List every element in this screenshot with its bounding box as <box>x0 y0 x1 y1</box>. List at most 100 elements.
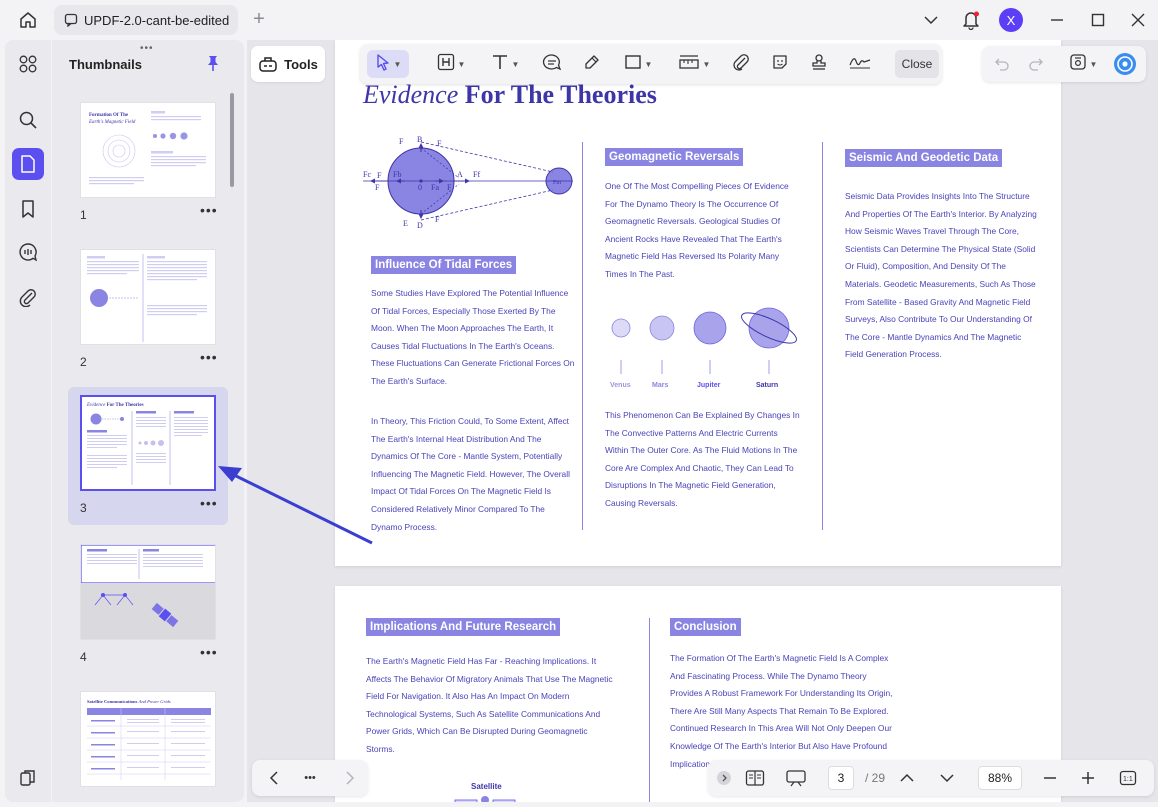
chevron-down-icon[interactable]: ▼ <box>1090 60 1098 69</box>
stamp-tool[interactable] <box>805 50 833 78</box>
close-toolbar-button[interactable]: Close <box>895 50 939 78</box>
pin-icon[interactable] <box>204 54 222 72</box>
save-icon <box>1069 53 1087 76</box>
redo-icon[interactable] <box>1024 52 1048 76</box>
thumbnail-page-3[interactable]: Evidence For The Theories 3 ••• <box>68 387 228 525</box>
chevron-down-icon[interactable]: ▼ <box>394 60 402 69</box>
chevron-down-icon[interactable]: ▼ <box>703 60 711 69</box>
bell-icon[interactable] <box>960 6 982 34</box>
zoom-level-input[interactable]: 88% <box>978 766 1022 790</box>
actual-size-icon[interactable]: 1:1 <box>1116 766 1140 790</box>
tidal-force-diagram: B F F Fc Fb F A Ff 0 Fa D E F F F Fm <box>363 135 573 230</box>
presentation-icon[interactable] <box>782 766 810 790</box>
diagram-label: F <box>435 215 440 224</box>
thumbnail-page-2[interactable]: 2 ••• <box>68 241 228 379</box>
thumbnail-page-4[interactable]: 4 ••• <box>68 536 228 674</box>
chevron-down-icon[interactable]: ▼ <box>512 60 520 69</box>
planet-label-mars: Mars <box>652 382 669 389</box>
conclusion-heading: Conclusion <box>670 618 741 636</box>
undo-icon[interactable] <box>990 52 1014 76</box>
chevron-down-icon[interactable]: ▼ <box>458 60 466 69</box>
shape-tool[interactable]: ▼ <box>617 50 659 78</box>
expand-nav-icon[interactable] <box>714 766 734 790</box>
thumbnail-number: 2 <box>80 355 87 369</box>
page-thumbnails-icon[interactable] <box>12 148 44 180</box>
page-up-icon[interactable] <box>896 766 918 790</box>
highlight-tool[interactable] <box>578 50 606 78</box>
thumbnail-more-button[interactable]: ••• <box>200 202 218 218</box>
text-tool[interactable]: ▼ <box>484 50 526 78</box>
select-tool[interactable]: ▼ <box>367 50 409 78</box>
column-divider <box>649 618 650 802</box>
thumbnail-preview: Evidence For The Theories <box>80 395 216 491</box>
page-layout-icon[interactable] <box>742 766 768 790</box>
bookmark-icon[interactable] <box>12 193 44 225</box>
maximize-icon[interactable] <box>1087 6 1109 34</box>
chevron-down-icon[interactable] <box>920 6 942 34</box>
toolbox-icon <box>258 55 278 73</box>
thumbnail-page-1[interactable]: Formation Of The Earth's Magnetic Field … <box>68 94 228 232</box>
current-page-input[interactable]: 3 <box>828 766 854 790</box>
svg-text:1:1: 1:1 <box>1123 776 1133 783</box>
attach-tool[interactable] <box>727 50 755 78</box>
zoom-out-icon[interactable] <box>1038 766 1062 790</box>
zoom-in-icon[interactable] <box>1076 766 1100 790</box>
home-icon[interactable] <box>14 8 42 32</box>
geomagnetic-heading: Geomagnetic Reversals <box>605 148 744 166</box>
column-divider <box>582 142 583 530</box>
diagram-label: Fc <box>363 170 371 179</box>
measure-tool[interactable]: ▼ <box>672 50 716 78</box>
grid-icon[interactable] <box>12 48 44 80</box>
planets-figure <box>611 307 797 374</box>
implications-heading: Implications And Future Research <box>366 618 561 636</box>
new-tab-button[interactable]: + <box>248 8 270 30</box>
sticker-tool[interactable] <box>766 50 794 78</box>
minimize-icon[interactable] <box>1046 6 1068 34</box>
tidal-paragraph-1: Some Studies Have Explored The Potential… <box>371 288 575 386</box>
layers-icon[interactable] <box>12 762 44 794</box>
thumbnail-more-button[interactable]: ••• <box>200 349 218 365</box>
svg-text:Evidence For The Theories: Evidence For The Theories <box>86 403 144 408</box>
signature-tool[interactable] <box>844 50 876 78</box>
heading-tool[interactable]: ▼ <box>430 50 472 78</box>
attachment-icon[interactable] <box>12 281 44 313</box>
comment-tool[interactable] <box>538 50 566 78</box>
document-tab-title: UPDF-2.0-cant-be-edited <box>84 12 230 28</box>
thumbnail-more-button[interactable]: ••• <box>200 644 218 660</box>
page-nav-right: 3 / 29 88% 1:1 <box>708 760 1154 796</box>
thumbnail-preview: Satellite Communications And Power Grids <box>80 691 216 787</box>
search-icon[interactable] <box>12 104 44 136</box>
comment-icon[interactable] <box>12 236 44 268</box>
thumbnails-scrollbar[interactable] <box>230 93 234 187</box>
thumbnail-more-button[interactable]: ••• <box>200 495 218 511</box>
document-viewer[interactable]: Evidence For The Theories B F F Fc Fb F … <box>247 40 1158 802</box>
planet-label-jupiter: Jupiter <box>697 382 721 389</box>
diagram-label: F <box>447 183 452 192</box>
diagram-label: 0 <box>418 183 422 192</box>
document-tab[interactable]: UPDF-2.0-cant-be-edited <box>54 5 238 35</box>
thumbnail-page-5[interactable]: Satellite Communications And Power Grids <box>68 683 228 802</box>
title-bar: UPDF-2.0-cant-be-edited + X <box>0 0 1158 40</box>
thumbnails-title: Thumbnails <box>69 57 142 72</box>
diagram-label: B <box>417 135 422 144</box>
previous-page-icon[interactable] <box>262 766 286 790</box>
save-button[interactable]: ▼ <box>1064 52 1102 76</box>
more-nav-button[interactable]: ••• <box>298 766 322 790</box>
diagram-label: F <box>437 139 442 148</box>
thumbnail-preview <box>80 544 216 640</box>
conclusion-paragraph: The Formation Of The Earth's Magnetic Fi… <box>670 653 893 769</box>
close-window-icon[interactable] <box>1127 6 1149 34</box>
svg-text:Earth's Magnetic Field: Earth's Magnetic Field <box>88 120 136 125</box>
page-down-icon[interactable] <box>936 766 958 790</box>
chevron-down-icon[interactable]: ▼ <box>645 60 653 69</box>
next-page-icon[interactable] <box>338 766 362 790</box>
panel-drag-handle[interactable]: ••• <box>140 43 154 54</box>
heading-icon <box>437 53 455 76</box>
pdf-page-3: Evidence For The Theories B F F Fc Fb F … <box>335 40 1061 566</box>
thumbnail-number: 4 <box>80 650 87 664</box>
thumbnails-panel: ••• Thumbnails Formation Of The Earth's … <box>52 40 244 802</box>
diagram-label: Fb <box>393 170 401 179</box>
tools-button[interactable]: Tools <box>251 46 325 82</box>
user-avatar[interactable]: X <box>998 6 1024 34</box>
ai-assistant-icon[interactable] <box>1112 52 1138 76</box>
